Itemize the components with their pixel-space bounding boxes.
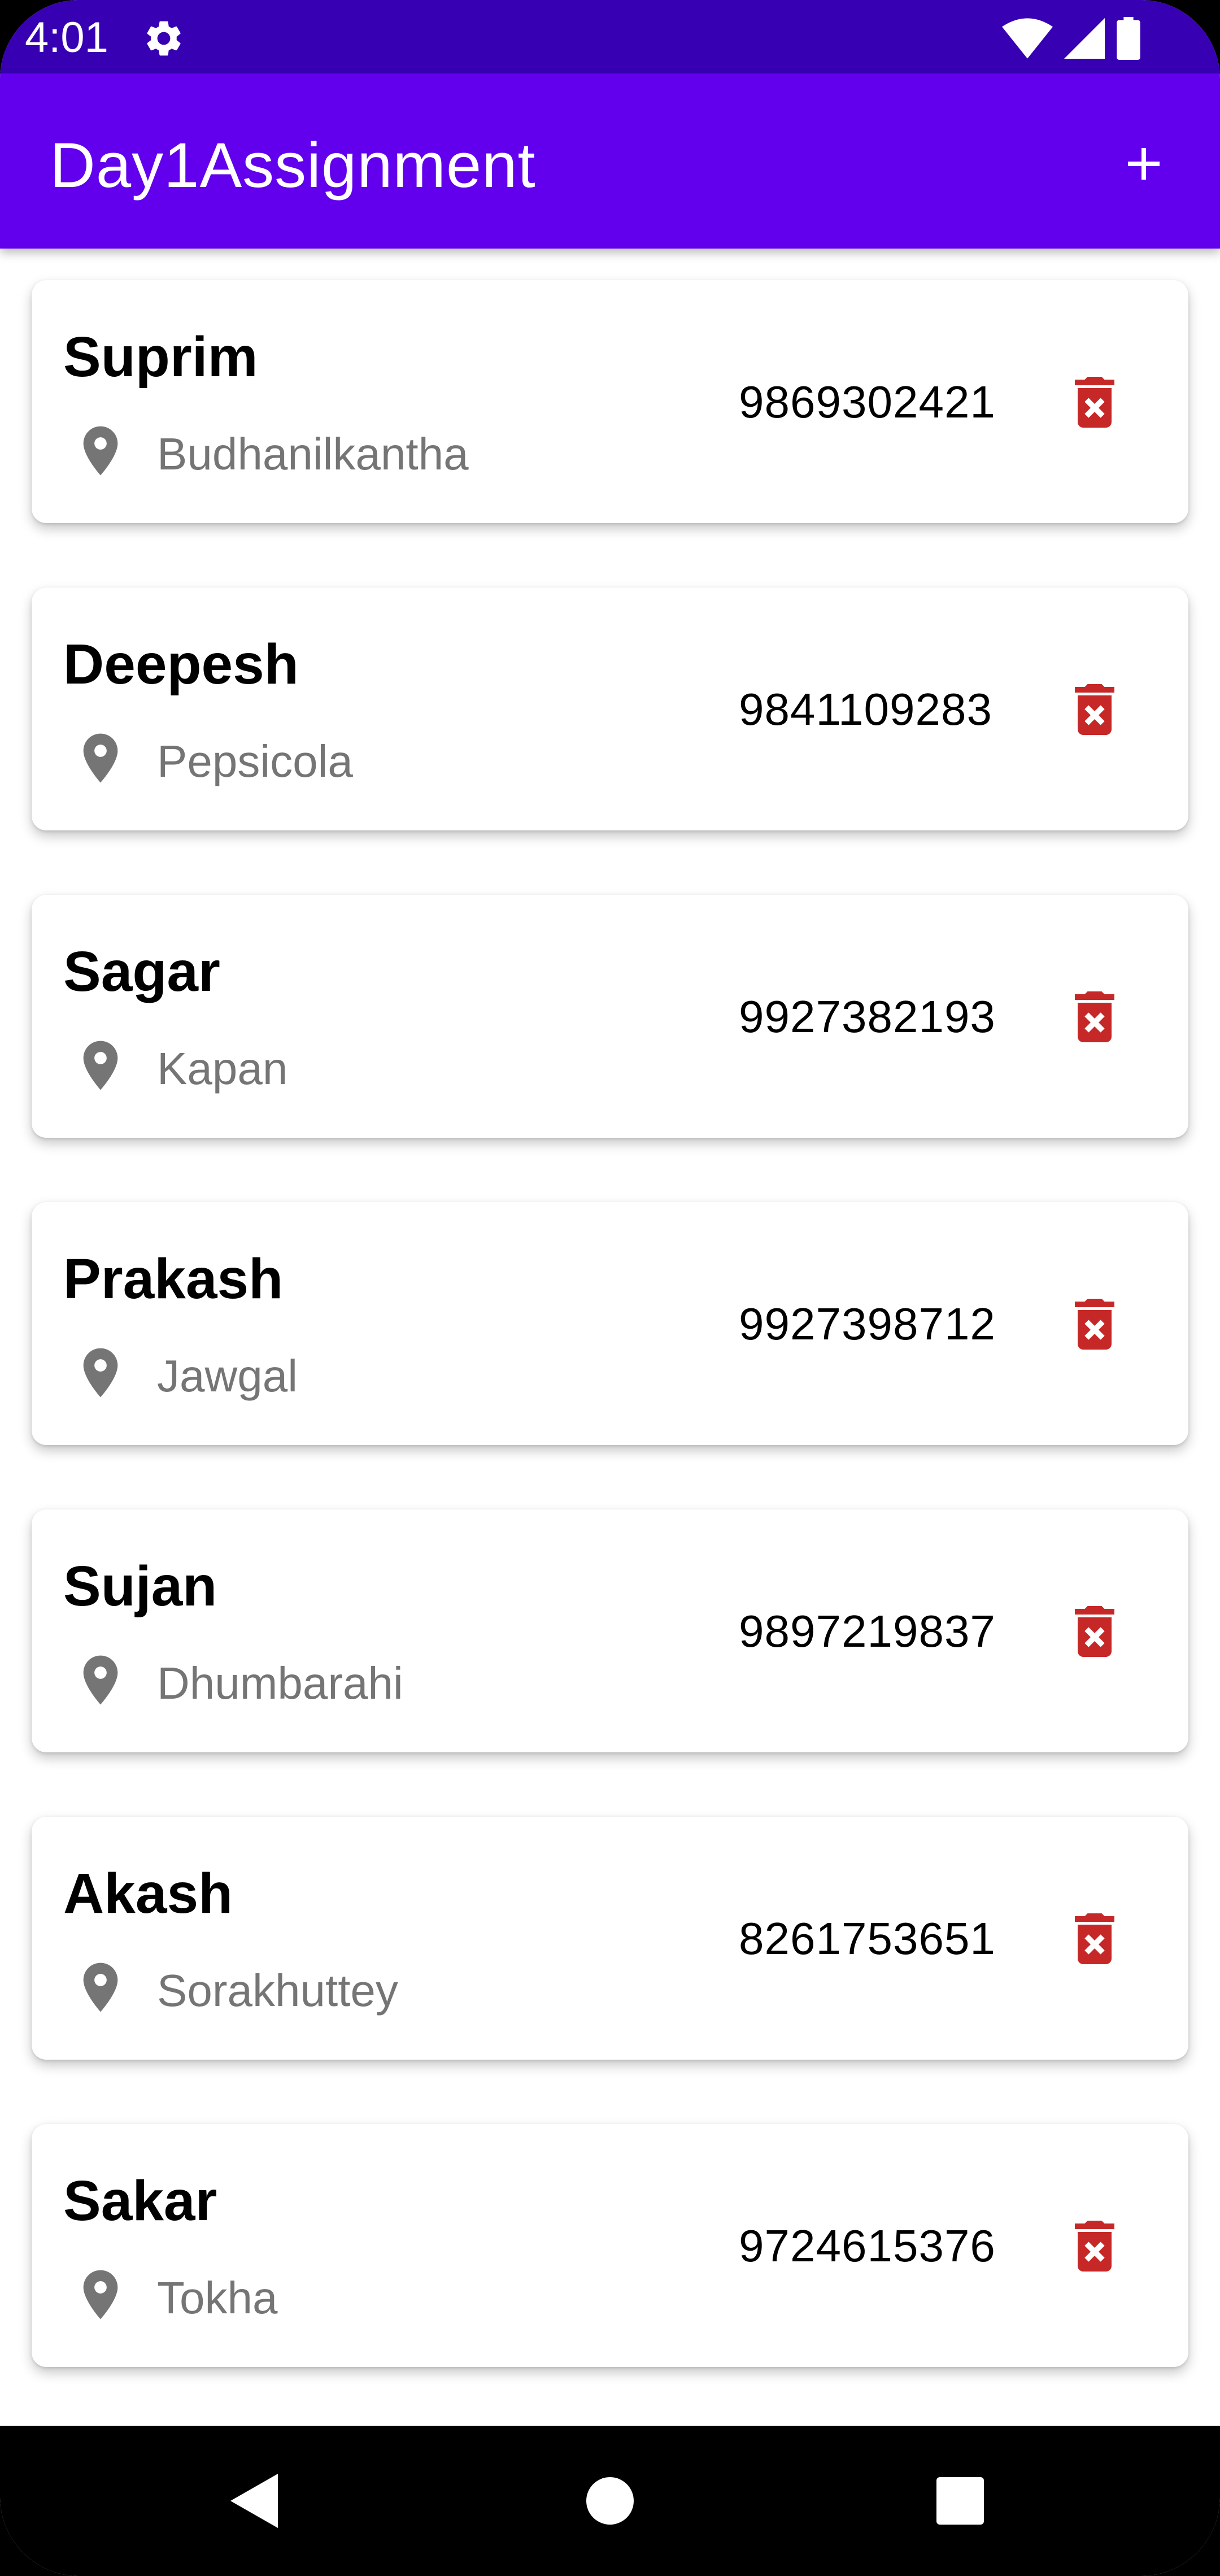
location-pin-icon <box>83 1041 118 1090</box>
contact-location: Jawgal <box>157 1351 298 1401</box>
app-title: Day1Assignment <box>50 130 536 201</box>
delete-forever-icon <box>1075 377 1114 428</box>
phone-screen: 4:01 Day1Assignment Suprim Budhanilkanth… <box>0 0 1220 2576</box>
contact-location: Budhanilkantha <box>157 429 469 479</box>
contact-phone: 9869302421 <box>739 377 996 427</box>
navigation-bar <box>0 2426 1220 2576</box>
wifi-icon <box>1002 18 1053 59</box>
contact-location: Pepsicola <box>157 736 353 786</box>
delete-forever-icon <box>1075 2221 1114 2272</box>
delete-button[interactable] <box>1057 1287 1132 1361</box>
settings-gear-icon <box>147 21 181 56</box>
delete-button[interactable] <box>1057 365 1132 440</box>
contact-name: Sakar <box>63 2169 217 2233</box>
status-time: 4:01 <box>25 14 108 62</box>
back-icon <box>230 2474 278 2528</box>
delete-forever-icon <box>1075 1299 1114 1350</box>
contact-name: Akash <box>63 1862 233 1925</box>
contact-location: Dhumbarahi <box>157 1658 403 1708</box>
delete-button[interactable] <box>1057 2209 1132 2283</box>
contact-phone: 9841109283 <box>739 684 992 734</box>
delete-button[interactable] <box>1057 1594 1132 1669</box>
recents-icon <box>936 2477 984 2525</box>
plus-icon <box>1128 148 1160 180</box>
contact-card[interactable]: Sujan Dhumbarahi 9897219837 <box>32 1509 1188 1752</box>
delete-button[interactable] <box>1057 1901 1132 1976</box>
contact-location: Tokha <box>157 2273 278 2323</box>
cell-signal-icon <box>1064 18 1105 59</box>
contact-card[interactable]: Akash Sorakhuttey 8261753651 <box>32 1817 1188 2060</box>
contact-name: Suprim <box>63 325 258 389</box>
contact-name: Sagar <box>63 940 220 1003</box>
contact-name: Prakash <box>63 1247 284 1311</box>
contact-phone: 9927382193 <box>739 991 996 1042</box>
contact-list[interactable]: Suprim Budhanilkantha 9869302421 Deepesh… <box>0 249 1220 2426</box>
contact-location: Sorakhuttey <box>157 1965 398 2016</box>
status-bar: 4:01 <box>0 0 1220 73</box>
delete-forever-icon <box>1075 1606 1114 1657</box>
location-pin-icon <box>83 2270 118 2320</box>
contact-phone: 9724615376 <box>739 2221 996 2271</box>
contact-card[interactable]: Prakash Jawgal 9927398712 <box>32 1202 1188 1445</box>
home-icon <box>586 2477 634 2525</box>
contact-name: Deepesh <box>63 633 299 696</box>
home-button[interactable] <box>573 2464 647 2538</box>
status-icons <box>1002 16 1141 61</box>
recents-button[interactable] <box>923 2464 997 2538</box>
add-button[interactable] <box>1101 121 1186 206</box>
contact-card[interactable]: Sakar Tokha 9724615376 <box>32 2124 1188 2367</box>
back-button[interactable] <box>217 2464 291 2538</box>
location-pin-icon <box>83 1655 118 1705</box>
location-pin-icon <box>83 1348 118 1398</box>
contact-phone: 9927398712 <box>739 1299 996 1349</box>
delete-forever-icon <box>1075 684 1114 735</box>
delete-forever-icon <box>1075 991 1114 1042</box>
contact-phone: 8261753651 <box>739 1913 996 1964</box>
delete-button[interactable] <box>1057 980 1132 1054</box>
location-pin-icon <box>83 1963 118 2012</box>
delete-forever-icon <box>1075 1913 1114 1964</box>
contact-card[interactable]: Deepesh Pepsicola 9841109283 <box>32 588 1188 830</box>
delete-button[interactable] <box>1057 672 1132 747</box>
contact-location: Kapan <box>157 1043 288 1094</box>
contact-card[interactable]: Suprim Budhanilkantha 9869302421 <box>32 280 1188 523</box>
app-bar: Day1Assignment <box>0 73 1220 249</box>
contact-name: Sujan <box>63 1555 217 1618</box>
location-pin-icon <box>83 426 118 476</box>
contact-phone: 9897219837 <box>739 1606 996 1656</box>
location-pin-icon <box>83 733 118 783</box>
contact-card[interactable]: Sagar Kapan 9927382193 <box>32 895 1188 1138</box>
battery-icon <box>1117 17 1140 60</box>
